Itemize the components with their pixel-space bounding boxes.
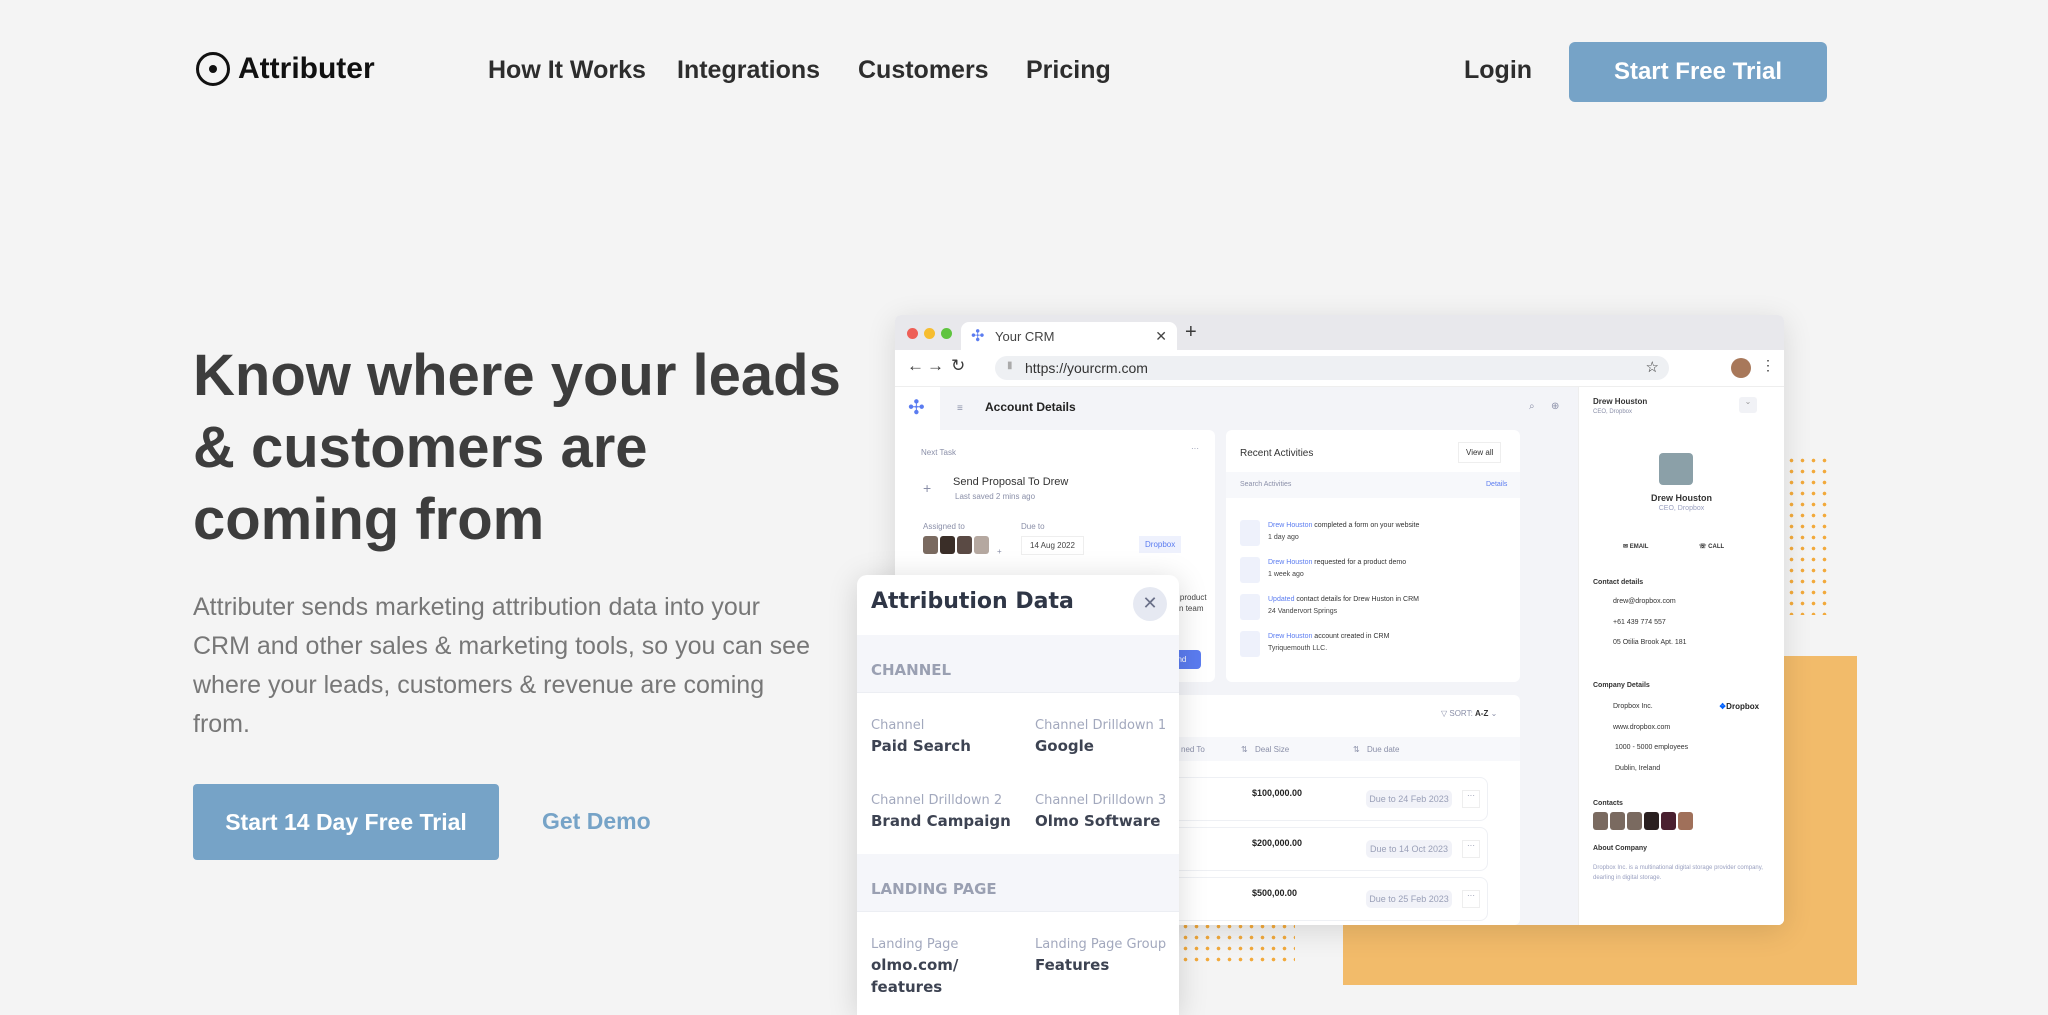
settings-icon[interactable]: ⊕ bbox=[1551, 401, 1559, 412]
activity-meta: 24 Vandervort Springs bbox=[1268, 608, 1338, 615]
start-trial-cta[interactable]: Start 14 Day Free Trial bbox=[193, 784, 499, 860]
browser-menu-icon[interactable]: ⋮ bbox=[1761, 357, 1775, 374]
details-link[interactable]: Details bbox=[1486, 481, 1507, 488]
field-value: Olmo Software bbox=[1035, 812, 1161, 830]
address-bar[interactable]: ▮ https://yourcrm.com ☆ bbox=[995, 356, 1669, 380]
activity-text: completed a form on your website bbox=[1312, 522, 1420, 529]
deal-size: $500,00.00 bbox=[1252, 888, 1298, 898]
decorative-dots bbox=[1786, 455, 1832, 615]
activity-meta: Tyriquemouth LLC. bbox=[1268, 645, 1328, 652]
deal-size: $100,000.00 bbox=[1252, 788, 1303, 798]
activity-actor: Drew Houston bbox=[1268, 633, 1313, 640]
field-value: Google bbox=[1035, 737, 1094, 755]
activity-actor: Drew Houston bbox=[1268, 522, 1313, 529]
field-label: Channel Drilldown 2 bbox=[871, 793, 1003, 808]
nav-how-it-works[interactable]: How It Works bbox=[488, 56, 646, 85]
brand-logo[interactable]: Attributer bbox=[196, 52, 375, 86]
logo-icon bbox=[196, 52, 230, 86]
activity-meta: 1 day ago bbox=[1268, 534, 1299, 541]
login-link[interactable]: Login bbox=[1464, 56, 1532, 85]
due-date-badge: Due to 14 Oct 2023 bbox=[1366, 840, 1452, 858]
assignee-avatars: + bbox=[923, 536, 1002, 559]
field-value: Brand Campaign bbox=[871, 812, 1011, 830]
hero-headline: Know where your leads & customers are co… bbox=[193, 343, 841, 552]
minimize-window-icon[interactable] bbox=[924, 328, 935, 339]
activity-actor: Drew Houston bbox=[1268, 559, 1313, 566]
nav-integrations[interactable]: Integrations bbox=[677, 56, 820, 85]
attribution-title: Attribution Data bbox=[871, 589, 1074, 614]
crm-logo-icon: ✣ bbox=[971, 328, 985, 345]
section-channel: CHANNEL bbox=[857, 635, 1179, 693]
activity-text: contact details for Drew Huston in CRM bbox=[1294, 596, 1419, 603]
field-label: Landing Page Group bbox=[1035, 937, 1167, 952]
activity-text: account created in CRM bbox=[1312, 633, 1390, 640]
field-value: Paid Search bbox=[871, 737, 971, 755]
view-all-button[interactable]: View all bbox=[1458, 442, 1502, 463]
due-date-badge: Due to 24 Feb 2023 bbox=[1366, 790, 1452, 808]
call-button[interactable]: ☏ CALL bbox=[1699, 543, 1724, 550]
lock-icon: ▮ bbox=[1007, 360, 1013, 371]
activity-icon bbox=[1240, 520, 1260, 546]
browser-tab[interactable]: ✣ Your CRM ✕ bbox=[961, 322, 1177, 350]
nav-pricing[interactable]: Pricing bbox=[1026, 56, 1111, 85]
search-activities-input[interactable]: Search Activities bbox=[1240, 481, 1291, 488]
search-icon[interactable]: ⌕ bbox=[1529, 401, 1535, 412]
close-tab-icon[interactable]: ✕ bbox=[1155, 328, 1167, 345]
deal-size: $200,000.00 bbox=[1252, 838, 1303, 848]
activity-icon bbox=[1240, 557, 1260, 583]
field-label: Channel Drilldown 3 bbox=[1035, 793, 1167, 808]
section-landing-page: LANDING PAGE bbox=[857, 854, 1179, 912]
new-tab-icon[interactable]: + bbox=[1185, 321, 1197, 344]
back-icon[interactable]: ← bbox=[907, 356, 924, 376]
more-options-icon[interactable]: ··· bbox=[1462, 890, 1480, 908]
nav-customers[interactable]: Customers bbox=[858, 56, 989, 85]
page-title: Account Details bbox=[985, 400, 1076, 414]
reload-icon[interactable]: ↻ bbox=[951, 356, 965, 376]
bookmark-star-icon[interactable]: ☆ bbox=[1646, 358, 1659, 376]
maximize-window-icon[interactable] bbox=[941, 328, 952, 339]
decorative-dots bbox=[1180, 921, 1295, 967]
contact-panel: Drew Houston CEO, Dropbox ⌄ Drew Houston… bbox=[1578, 387, 1784, 925]
due-date-badge: Due to 25 Feb 2023 bbox=[1366, 890, 1452, 908]
company-tag[interactable]: Dropbox bbox=[1139, 536, 1182, 553]
field-value: olmo.com/ features bbox=[871, 956, 959, 996]
activity-actor: Updated bbox=[1268, 596, 1295, 603]
chevron-down-icon[interactable]: ⌄ bbox=[1739, 397, 1757, 413]
crm-logo-icon: ✣ bbox=[908, 397, 925, 419]
field-label: Landing Page bbox=[871, 937, 959, 952]
add-icon[interactable]: + bbox=[923, 480, 931, 496]
attribution-data-panel: Attribution Data ✕ CHANNEL Channel Paid … bbox=[857, 575, 1179, 1015]
activity-icon bbox=[1240, 594, 1260, 620]
field-label: Channel Drilldown 1 bbox=[1035, 718, 1167, 733]
column-header-deal-size: Deal Size bbox=[1255, 745, 1290, 754]
activity-icon bbox=[1240, 631, 1260, 657]
field-value: Features bbox=[1035, 956, 1110, 974]
sort-control[interactable]: ▽ SORT: A-Z ⌄ bbox=[1441, 709, 1497, 718]
close-window-icon[interactable] bbox=[907, 328, 918, 339]
activity-text: requested for a product demo bbox=[1312, 559, 1407, 566]
contact-avatar bbox=[1659, 453, 1693, 485]
menu-icon[interactable]: ≡ bbox=[957, 403, 963, 414]
more-options-icon[interactable]: ··· bbox=[1191, 444, 1199, 453]
recent-activities-card: Recent Activities View all Search Activi… bbox=[1226, 430, 1520, 682]
due-date-field[interactable]: 14 Aug 2022 bbox=[1021, 536, 1084, 555]
more-options-icon[interactable]: ··· bbox=[1462, 840, 1480, 858]
start-free-trial-button[interactable]: Start Free Trial bbox=[1569, 42, 1827, 102]
get-demo-link[interactable]: Get Demo bbox=[542, 808, 651, 835]
contact-avatars bbox=[1593, 812, 1695, 832]
forward-icon[interactable]: → bbox=[927, 356, 944, 376]
sort-icon[interactable]: ⇅ bbox=[1353, 745, 1360, 754]
sort-icon[interactable]: ⇅ bbox=[1241, 745, 1248, 754]
more-options-icon[interactable]: ··· bbox=[1462, 790, 1480, 808]
email-button[interactable]: ✉ EMAIL bbox=[1623, 543, 1648, 550]
activity-meta: 1 week ago bbox=[1268, 571, 1304, 578]
column-header-due-date: Due date bbox=[1367, 745, 1400, 754]
dropbox-logo: ❖Dropbox bbox=[1719, 702, 1760, 711]
column-header-assigned-to: ned To bbox=[1181, 745, 1205, 754]
profile-avatar[interactable] bbox=[1731, 358, 1751, 378]
hero-description: Attributer sends marketing attribution d… bbox=[193, 593, 810, 738]
field-label: Channel bbox=[871, 718, 925, 733]
close-icon[interactable]: ✕ bbox=[1133, 587, 1167, 621]
